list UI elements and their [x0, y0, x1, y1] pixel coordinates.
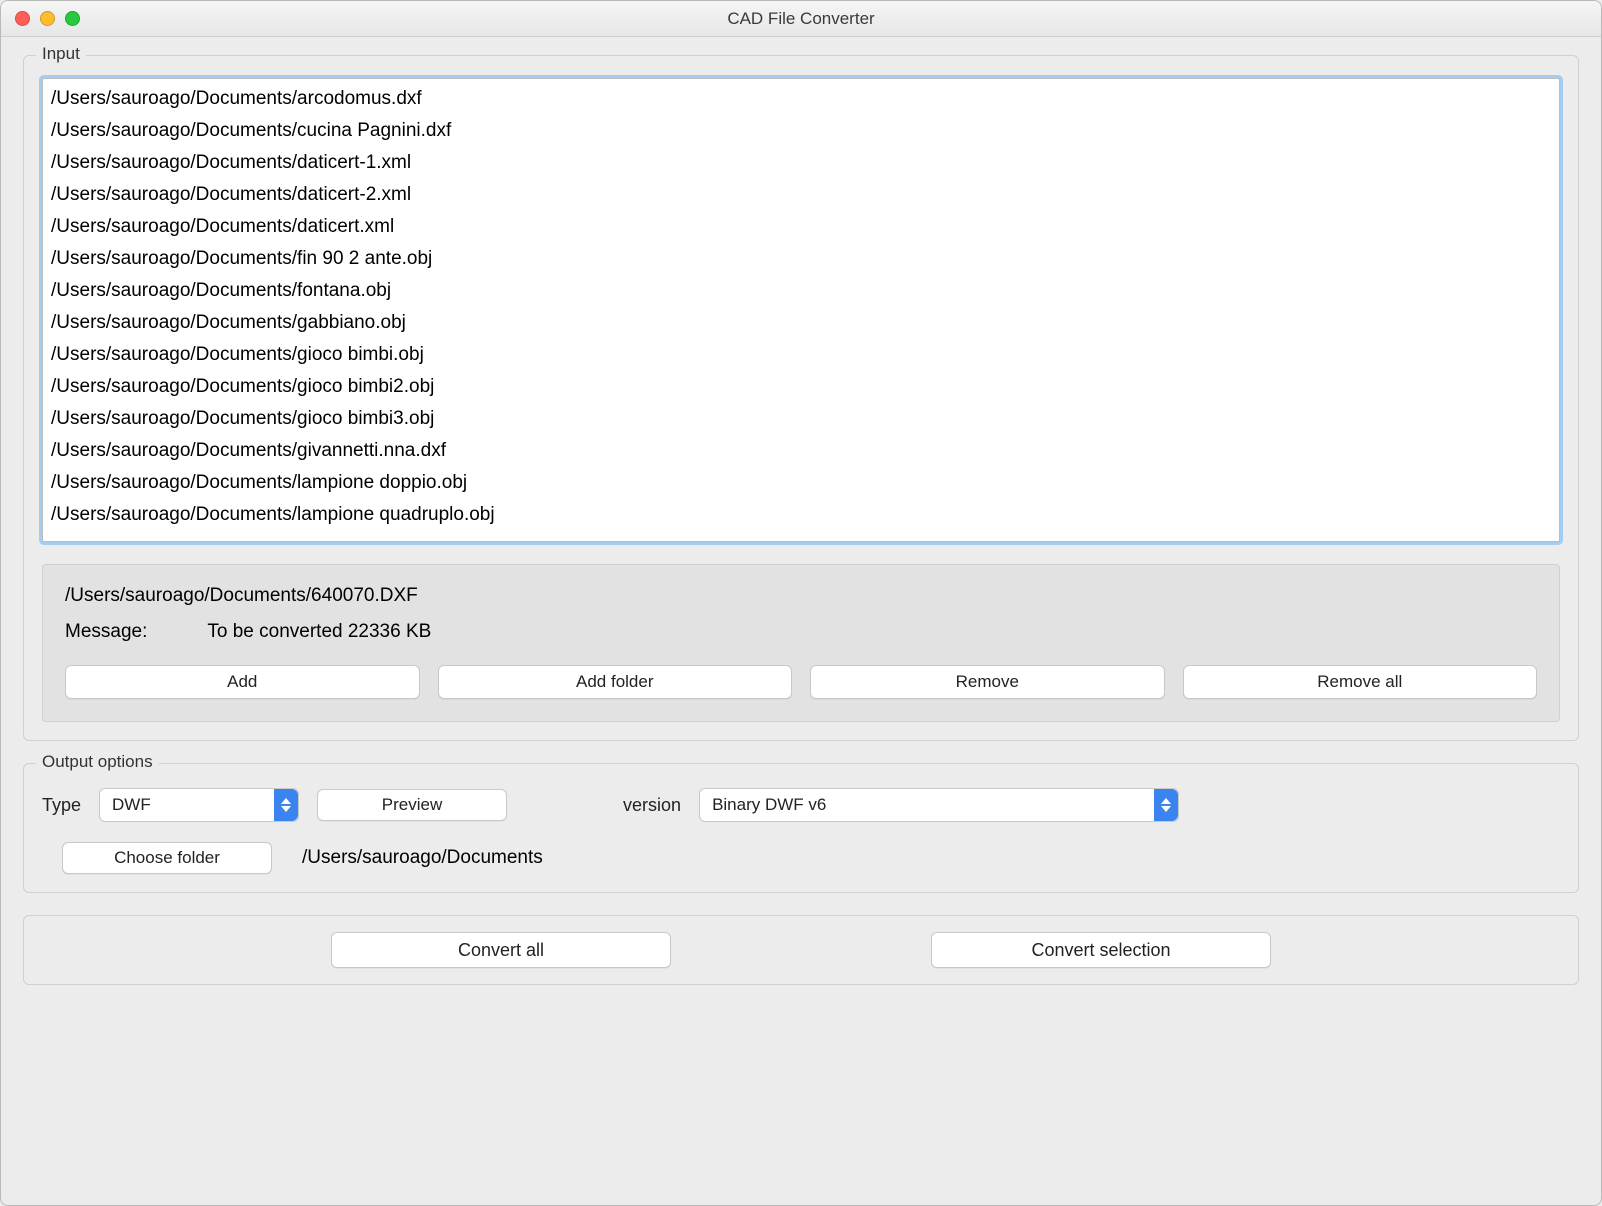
- file-list[interactable]: /Users/sauroago/Documents/arcodomus.dxf/…: [42, 78, 1560, 542]
- file-list-row[interactable]: /Users/sauroago/Documents/gabbiano.obj: [51, 307, 1551, 339]
- file-list-row[interactable]: /Users/sauroago/Documents/lampione quadr…: [51, 499, 1551, 531]
- output-folder-path: /Users/sauroago/Documents: [302, 847, 543, 869]
- preview-button[interactable]: Preview: [317, 789, 507, 821]
- file-list-row[interactable]: /Users/sauroago/Documents/fontana.obj: [51, 275, 1551, 307]
- file-list-row[interactable]: /Users/sauroago/Documents/gioco bimbi2.o…: [51, 371, 1551, 403]
- file-list-row[interactable]: /Users/sauroago/Documents/lampione doppi…: [51, 467, 1551, 499]
- add-folder-button[interactable]: Add folder: [438, 665, 793, 699]
- close-icon[interactable]: [15, 11, 30, 26]
- remove-all-button[interactable]: Remove all: [1183, 665, 1538, 699]
- minimize-icon[interactable]: [40, 11, 55, 26]
- version-select-value: Binary DWF v6: [712, 795, 826, 815]
- titlebar: CAD File Converter: [1, 1, 1601, 37]
- file-list-row[interactable]: /Users/sauroago/Documents/daticert-1.xml: [51, 147, 1551, 179]
- type-select-value: DWF: [112, 795, 151, 815]
- type-label: Type: [42, 795, 81, 816]
- file-list-row[interactable]: /Users/sauroago/Documents/cucina Pagnini…: [51, 115, 1551, 147]
- file-list-row[interactable]: /Users/sauroago/Documents/gioco bimbi3.o…: [51, 403, 1551, 435]
- message-value: To be converted 22336 KB: [207, 621, 431, 643]
- content-area: Input /Users/sauroago/Documents/arcodomu…: [1, 37, 1601, 1205]
- type-select[interactable]: DWF: [99, 788, 299, 822]
- input-group: Input /Users/sauroago/Documents/arcodomu…: [23, 55, 1579, 741]
- output-row-2: Choose folder /Users/sauroago/Documents: [62, 842, 1560, 874]
- file-list-row[interactable]: /Users/sauroago/Documents/arcodomus.dxf: [51, 83, 1551, 115]
- chevron-up-down-icon: [1154, 789, 1178, 821]
- output-legend: Output options: [36, 752, 159, 772]
- file-list-row[interactable]: /Users/sauroago/Documents/fin 90 2 ante.…: [51, 243, 1551, 275]
- app-window: CAD File Converter Input /Users/sauroago…: [0, 0, 1602, 1206]
- message-row: Message: To be converted 22336 KB: [65, 621, 1537, 643]
- convert-bar: Convert all Convert selection: [23, 915, 1579, 985]
- message-label: Message:: [65, 621, 147, 643]
- convert-selection-button[interactable]: Convert selection: [931, 932, 1271, 968]
- choose-folder-button[interactable]: Choose folder: [62, 842, 272, 874]
- zoom-icon[interactable]: [65, 11, 80, 26]
- file-list-row[interactable]: /Users/sauroago/Documents/givannetti.nna…: [51, 435, 1551, 467]
- version-select[interactable]: Binary DWF v6: [699, 788, 1179, 822]
- window-title: CAD File Converter: [1, 9, 1601, 29]
- info-panel: /Users/sauroago/Documents/640070.DXF Mes…: [42, 564, 1560, 722]
- input-legend: Input: [36, 44, 86, 64]
- chevron-up-down-icon: [274, 789, 298, 821]
- version-label: version: [623, 795, 681, 816]
- selected-file-path: /Users/sauroago/Documents/640070.DXF: [65, 585, 1537, 607]
- file-list-row[interactable]: /Users/sauroago/Documents/daticert-2.xml: [51, 179, 1551, 211]
- output-options-group: Output options Type DWF Preview version …: [23, 763, 1579, 893]
- file-list-row[interactable]: /Users/sauroago/Documents/daticert.xml: [51, 211, 1551, 243]
- input-button-row: Add Add folder Remove Remove all: [65, 665, 1537, 699]
- file-list-row[interactable]: /Users/sauroago/Documents/gioco bimbi.ob…: [51, 339, 1551, 371]
- convert-all-button[interactable]: Convert all: [331, 932, 671, 968]
- add-button[interactable]: Add: [65, 665, 420, 699]
- output-row-1: Type DWF Preview version Binary DWF v6: [42, 788, 1560, 822]
- traffic-lights: [1, 11, 80, 26]
- remove-button[interactable]: Remove: [810, 665, 1165, 699]
